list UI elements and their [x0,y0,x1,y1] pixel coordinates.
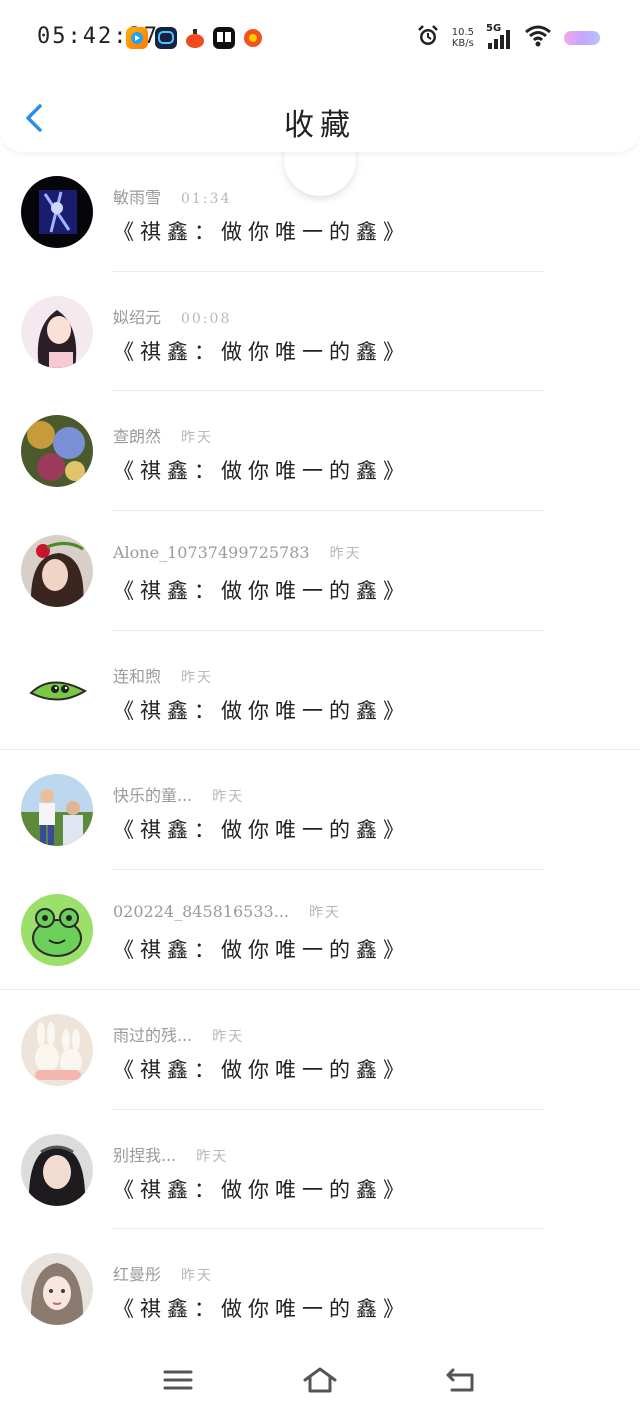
item-title: 《祺鑫：做你唯一的鑫》 [113,1057,410,1082]
user-name: 快乐的童... [113,786,193,806]
item-title: 《祺鑫：做你唯一的鑫》 [113,1297,410,1322]
timestamp: 昨天 [308,905,341,922]
news-app-icon [213,27,235,49]
timestamp: 昨天 [181,1268,214,1285]
user-name: 雨过的残... [113,1025,193,1045]
item-title: 《祺鑫：做你唯一的鑫》 [113,818,410,843]
timestamp: 昨天 [181,669,214,686]
list-item[interactable]: 红曼彤 昨天 《祺鑫：做你唯一的鑫》 [0,1229,640,1349]
return-button[interactable] [444,1366,478,1394]
home-icon [303,1367,337,1393]
battery-icon [564,31,600,45]
list-item[interactable]: 020224_845816533... 昨天 《祺鑫：做你唯一的鑫》 [0,870,640,990]
timestamp: 昨天 [212,1028,245,1045]
timestamp: 01:34 [181,191,232,207]
avatar[interactable] [21,415,93,488]
avatar[interactable] [21,654,93,727]
list-item[interactable]: 雨过的残... 昨天 《祺鑫：做你唯一的鑫》 [0,990,640,1110]
system-nav-bar [0,1352,640,1417]
signal-icon: 5G [486,23,512,50]
item-meta: 敏雨雪 01:34 [113,184,231,208]
list-item[interactable]: 连和煦 昨天 《祺鑫：做你唯一的鑫》 [0,631,640,751]
wifi-icon [524,24,552,52]
avatar[interactable] [21,894,93,967]
video-app-icon [126,27,148,49]
item-title: 《祺鑫：做你唯一的鑫》 [113,698,410,723]
item-title: 《祺鑫：做你唯一的鑫》 [113,1177,410,1202]
avatar[interactable] [21,1253,93,1326]
page-title: 收藏 [284,108,356,143]
top-card: 05:42:37 10.5 KB/s 5G 收藏 [0,0,640,152]
menu-icon [163,1370,193,1390]
list-item[interactable]: 快乐的童... 昨天 《祺鑫：做你唯一的鑫》 [0,750,640,871]
list-item[interactable]: 别捏我... 昨天 《祺鑫：做你唯一的鑫》 [0,1110,640,1230]
header: 收藏 [0,80,640,152]
timestamp: 00:08 [181,310,232,327]
return-icon [446,1368,474,1392]
timestamp: 昨天 [212,789,245,806]
item-title: 《祺鑫：做你唯一的鑫》 [113,220,410,244]
home-button[interactable] [302,1366,337,1394]
list-item[interactable]: 查朗然 昨天 《祺鑫：做你唯一的鑫》 [0,391,640,512]
avatar[interactable] [21,295,93,368]
user-name: 别捏我... [113,1145,177,1165]
net-speed-value: 10.5 [451,27,474,38]
net-speed: 10.5 KB/s [452,27,474,49]
list-item[interactable]: 姒绍元 00:08 《祺鑫：做你唯一的鑫》 [0,272,640,392]
user-name: 姒绍元 [113,307,162,327]
timestamp: 昨天 [329,546,362,563]
item-meta: 连和煦 昨天 [113,663,213,687]
timestamp: 昨天 [181,430,214,447]
favorites-list: 敏雨雪 01:34 《祺鑫：做你唯一的鑫》 姒绍元 00:08 《祺鑫：做你唯一的鑫… [0,152,640,1349]
item-meta: 快乐的童... 昨天 [113,782,244,806]
list-item[interactable]: Alone_10737499725783 昨天 《祺鑫：做你唯一的鑫》 [0,511,640,631]
item-title: 《祺鑫：做你唯一的鑫》 [113,339,410,364]
avatar[interactable] [21,1133,93,1206]
user-name: 连和煦 [113,666,162,686]
menu-button[interactable] [161,1366,195,1394]
avatar[interactable] [21,1013,93,1086]
avatar[interactable] [21,774,93,847]
item-title: 《祺鑫：做你唯一的鑫》 [113,459,410,484]
item-meta: 姒绍元 00:08 [113,304,231,328]
item-title: 《祺鑫：做你唯一的鑫》 [113,579,410,604]
avatar[interactable] [21,176,93,248]
item-meta: 别捏我... 昨天 [113,1142,228,1166]
item-title: 《祺鑫：做你唯一的鑫》 [113,938,410,963]
status-right: 10.5 KB/s 5G [416,23,600,52]
user-name: 查朗然 [113,427,162,447]
shop-app-icon [184,27,206,49]
item-meta: Alone_10737499725783 昨天 [113,543,362,563]
alarm-icon [416,24,440,52]
timestamp: 昨天 [196,1148,229,1165]
user-name: 红曼彤 [113,1265,162,1285]
sale-app-icon [242,27,264,49]
notification-icons [126,27,264,49]
net-speed-unit: KB/s [451,38,474,49]
avatar[interactable] [21,535,93,608]
item-meta: 查朗然 昨天 [113,423,213,447]
item-meta: 红曼彤 昨天 [113,1261,213,1285]
item-meta: 雨过的残... 昨天 [113,1022,244,1046]
item-meta: 020224_845816533... 昨天 [113,902,341,922]
chat-app-icon [155,27,177,49]
status-bar: 05:42:37 10.5 KB/s 5G [0,0,640,72]
user-name: 敏雨雪 [113,188,162,207]
user-name: Alone_10737499725783 [113,543,310,563]
user-name: 020224_845816533... [113,902,289,922]
